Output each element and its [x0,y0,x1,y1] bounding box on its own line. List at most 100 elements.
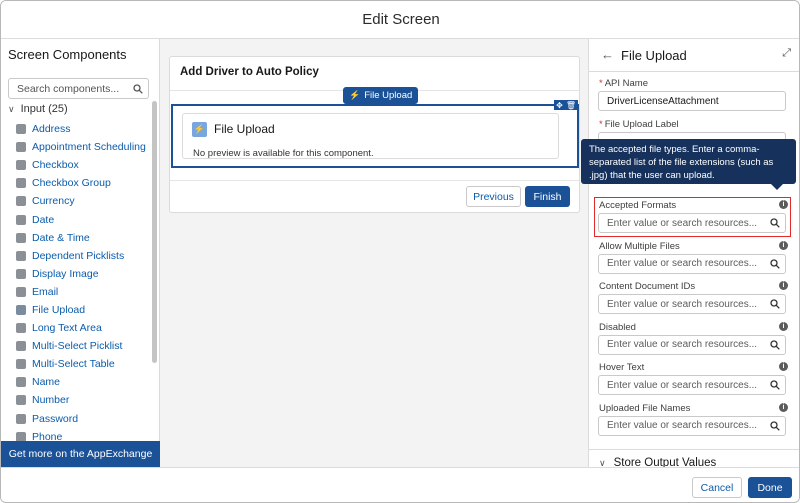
component-item[interactable]: File Upload [1,301,151,319]
appexchange-link[interactable]: Get more on the AppExchange [1,441,160,467]
scrollbar[interactable] [152,101,157,363]
email-icon [16,286,26,297]
component-item[interactable]: Appointment Scheduling [1,138,151,156]
search-icon [765,258,785,269]
screen-title: Add Driver to Auto Policy [180,66,319,78]
component-title: File Upload [214,122,275,136]
file-upload-label-label: * File Upload Label [599,119,679,130]
component-item[interactable]: Dependent Picklists [1,247,151,265]
screen-card: Add Driver to Auto Policy ✥ 🗑 ⚡ File Upl… [169,56,580,213]
input-placeholder: Enter value or search resources... [607,339,758,350]
component-item-label: File Upload [32,303,86,316]
currency-icon [16,196,26,207]
component-item-label: Name [32,376,61,389]
component-message: No preview is available for this compone… [193,148,374,159]
component-item[interactable]: Name [1,373,151,391]
expand-icon[interactable]: ⤢ [782,47,791,60]
table-icon [16,359,26,370]
component-item[interactable]: Password [1,410,151,428]
move-icon[interactable]: ✥ [556,101,563,110]
info-icon[interactable]: i [779,362,788,371]
component-list: Address Appointment Scheduling Checkbox Che… [1,120,151,446]
component-item-label: Appointment Scheduling [32,141,146,154]
input-placeholder: Enter value or search resources... [607,420,758,431]
component-item[interactable]: Multi-Select Picklist [1,337,151,355]
resource-input[interactable]: Enter value or search resources... [598,294,786,314]
search-icon [765,380,785,390]
bolt-icon [16,304,26,315]
edit-screen-window: Edit Screen Screen Components Search com… [0,0,800,503]
search-icon [765,339,785,350]
address-icon [16,124,26,135]
field-label: Uploaded File Names [599,402,691,414]
tooltip-arrow [771,184,783,190]
chevron-down-icon: ∨ [599,457,606,468]
component-item-label: Display Image [32,267,99,280]
screen-components-panel: Screen Components Search components... ∨… [1,39,160,467]
search-icon [765,299,785,309]
info-icon[interactable]: i [779,402,788,412]
component-item[interactable]: Multi-Select Table [1,355,151,373]
group-label: Input (25) [20,103,68,115]
info-icon[interactable]: i [779,240,788,250]
field-label: Hover Text [599,362,645,373]
done-button[interactable]: Done [748,477,792,498]
component-item[interactable]: Display Image [1,265,151,283]
panel-title: Screen Components [8,47,127,62]
component-item[interactable]: Checkbox [1,156,151,174]
component-item-label: Date [32,213,55,226]
api-name-value: DriverLicenseAttachment [607,95,719,107]
component-item-label: Password [32,412,79,425]
cancel-button[interactable]: Cancel [692,477,742,498]
component-item[interactable]: Email [1,283,151,301]
modal-header: Edit Screen [1,1,799,39]
input-group-toggle[interactable]: ∨ Input (25) [8,103,68,115]
component-tools[interactable]: ✥ 🗑 [554,100,578,110]
properties-title: File Upload [621,48,687,63]
textarea-icon [16,323,26,334]
api-name-label: * API Name [599,78,648,89]
component-tag: ⚡ File Upload [343,87,419,104]
resource-input[interactable]: Enter value or search resources... [598,253,786,274]
resource-input[interactable]: Enter value or search resources... [598,375,786,395]
component-item-label: Dependent Picklists [32,249,125,262]
selected-component-frame[interactable]: ✥ 🗑 ⚡ File Upload No preview is availabl… [171,100,579,168]
datetime-icon [16,232,26,243]
component-item[interactable]: Date & Time [1,229,151,247]
input-placeholder: Enter value or search resources... [607,379,758,391]
component-item[interactable]: Number [1,391,151,409]
resource-input[interactable]: Enter value or search resources... [598,415,786,436]
field-label: Content Document IDs [599,281,696,292]
component-item[interactable]: Date [1,210,151,228]
component-item[interactable]: Checkbox Group [1,174,151,192]
component-item-label: Checkbox [32,159,79,172]
name-icon [16,377,26,388]
page-title: Edit Screen [362,11,440,28]
divider [589,449,799,450]
divider [589,71,799,72]
input-placeholder: Enter value or search resources... [607,258,758,269]
component-item[interactable]: Long Text Area [1,319,151,337]
component-item-label: Long Text Area [32,322,102,335]
component-item[interactable]: Address [1,120,151,138]
back-arrow-icon[interactable]: ← [601,47,614,62]
store-output-toggle[interactable]: ∨ Store Output Values [599,457,716,467]
api-name-input[interactable]: DriverLicenseAttachment [598,91,786,111]
resource-input[interactable]: Enter value or search resources... [598,334,786,355]
info-icon[interactable]: i [779,321,788,331]
screen-canvas: Add Driver to Auto Policy ✥ 🗑 ⚡ File Upl… [160,39,588,467]
component-item-label: Currency [32,195,75,208]
previous-button[interactable]: Previous [466,186,521,207]
trash-icon[interactable]: 🗑 [566,101,576,110]
finish-button[interactable]: Finish [525,186,570,207]
component-item[interactable]: Currency [1,192,151,210]
calendar-icon [16,142,26,153]
info-icon[interactable]: i [779,281,788,290]
search-components-input[interactable]: Search components... [8,78,149,99]
bolt-icon: ⚡ [349,90,361,100]
component-item-label: Checkbox Group [32,177,111,190]
component-item-label: Date & Time [32,231,90,244]
password-icon [16,413,26,424]
file-upload-component[interactable]: ⚡ File Upload No preview is available fo… [182,113,559,159]
chevron-down-icon: ∨ [8,103,15,114]
